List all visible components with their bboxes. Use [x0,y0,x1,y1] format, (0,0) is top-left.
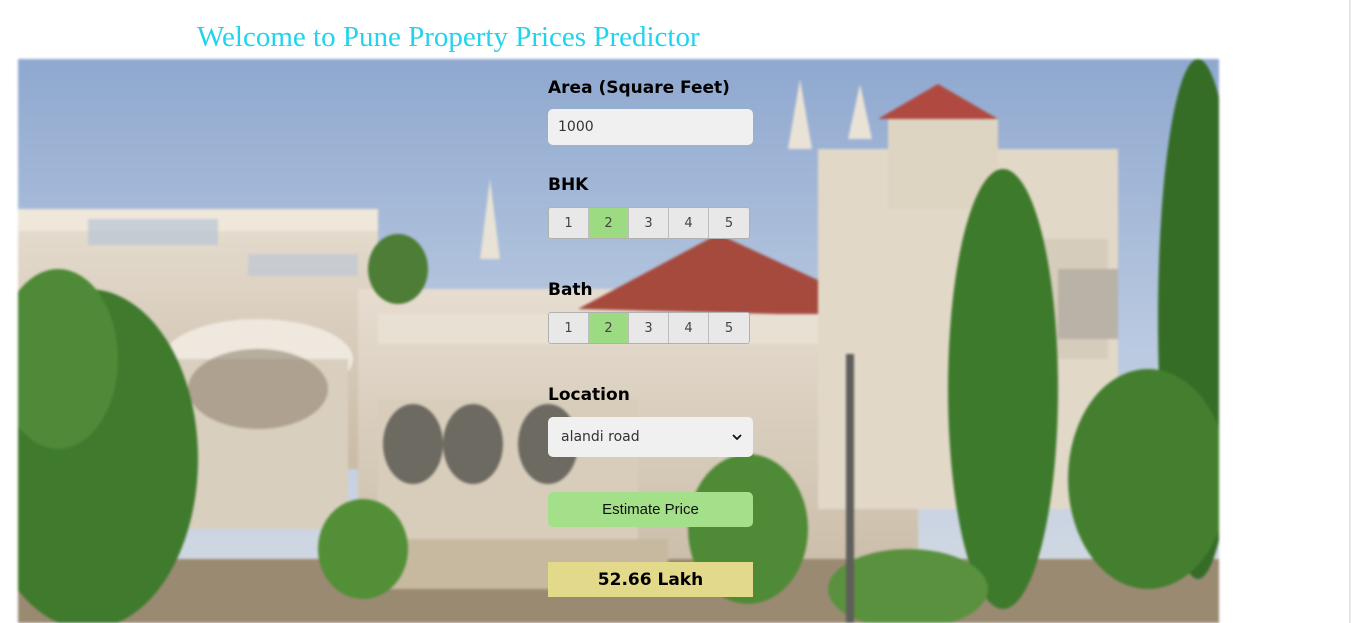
page-title: Welcome to Pune Property Prices Predicto… [197,21,700,53]
bath-option-1[interactable]: 1 [549,313,589,343]
bath-label: Bath [548,280,593,300]
estimate-price-button[interactable]: Estimate Price [548,492,753,527]
chevron-down-icon [732,434,742,441]
bhk-selector: 1 2 3 4 5 [548,207,750,239]
bath-option-5[interactable]: 5 [709,313,749,343]
bhk-option-5[interactable]: 5 [709,208,749,238]
area-input[interactable] [548,109,753,145]
bath-option-3[interactable]: 3 [629,313,669,343]
bhk-option-3[interactable]: 3 [629,208,669,238]
bhk-option-1[interactable]: 1 [549,208,589,238]
location-label: Location [548,385,630,405]
bhk-option-2[interactable]: 2 [589,208,629,238]
estimated-price-result: 52.66 Lakh [548,562,753,597]
bath-selector: 1 2 3 4 5 [548,312,750,344]
location-selected-value: alandi road [561,429,640,445]
location-select[interactable]: alandi road [548,417,753,457]
bath-option-4[interactable]: 4 [669,313,709,343]
bath-option-2[interactable]: 2 [589,313,629,343]
area-label: Area (Square Feet) [548,78,730,98]
bhk-option-4[interactable]: 4 [669,208,709,238]
bhk-label: BHK [548,175,589,195]
